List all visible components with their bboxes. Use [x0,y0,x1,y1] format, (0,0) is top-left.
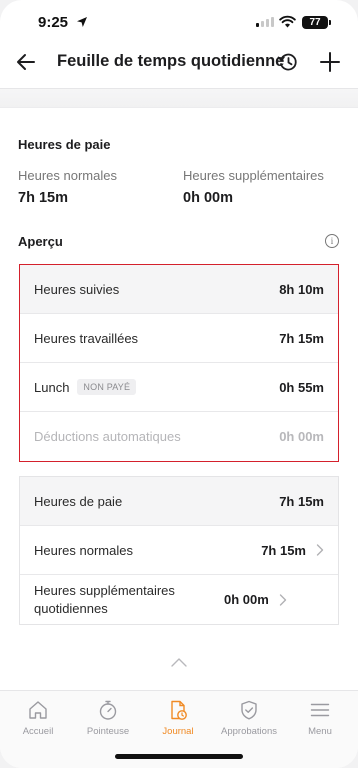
overtime-hours-value: 0h 00m [183,190,233,206]
stopwatch-icon [99,700,117,720]
add-icon[interactable] [318,50,342,74]
normal-hours-row-value: 7h 15m [261,542,306,558]
auto-deductions-label: Déductions automatiques [34,429,181,444]
section-divider [0,88,358,108]
worked-hours-value: 7h 15m [279,330,324,346]
battery-indicator: 77 [302,16,331,29]
screen: 9:25 77 Feuille de temps quotidienne Heu… [0,0,358,768]
page-title: Feuille de temps quotidienne [57,52,285,70]
tab-menu[interactable]: Menu [284,699,356,737]
daily-overtime-row-label: Heures supplémentaires quotidiennes [34,582,175,616]
normal-hours-row[interactable]: Heures normales 7h 15m [20,526,338,575]
unpaid-badge: NON PAYÉ [77,379,137,395]
status-time: 9:25 [38,14,69,31]
chevron-up-icon[interactable] [170,656,188,668]
home-indicator[interactable] [115,754,243,759]
normal-hours-value: 7h 15m [18,190,68,206]
tab-menu-label: Menu [308,726,332,737]
timesheet-icon [171,700,187,720]
info-icon[interactable]: i [325,234,339,248]
overview-title: Aperçu [18,234,63,249]
cellular-signal-icon [256,17,274,27]
table-row: Déductions automatiques 0h 00m [20,412,338,461]
tab-journal[interactable]: Journal [142,699,214,737]
normal-hours-row-label: Heures normales [34,542,133,558]
tab-home-label: Accueil [22,726,54,737]
table-row: Heures suivies 8h 10m [20,265,338,314]
tracked-hours-value: 8h 10m [279,281,324,297]
table-row: Heures de paie 7h 15m [20,477,338,526]
hamburger-icon [310,703,330,717]
chevron-right-icon [279,593,287,606]
pay-hours-row-label: Heures de paie [34,493,123,509]
auto-deductions-value: 0h 00m [279,429,324,444]
daily-overtime-row[interactable]: Heures supplémentaires quotidiennes 0h 0… [20,575,338,624]
worked-hours-label: Heures travaillées [34,330,139,346]
normal-hours-label: Heures normales [18,168,117,183]
table-row: Lunch NON PAYÉ 0h 55m [20,363,338,412]
lunch-value: 0h 55m [279,379,324,395]
history-icon[interactable] [276,50,300,74]
pay-hours-row-value: 7h 15m [279,493,324,509]
tab-clock[interactable]: Pointeuse [72,699,144,737]
pay-hours-title: Heures de paie [18,137,111,152]
location-arrow-icon [77,17,87,27]
tab-home[interactable]: Accueil [2,699,74,737]
shield-check-icon [241,700,257,720]
chevron-right-icon [316,544,324,556]
daily-overtime-row-value: 0h 00m [224,592,269,607]
tracked-hours-label: Heures suivies [34,281,120,297]
status-bar: 9:25 77 [0,0,358,44]
top-bar: Feuille de temps quotidienne [0,44,358,84]
overview-table: Heures suivies 8h 10m Heures travaillées… [19,264,339,462]
tab-journal-label: Journal [162,726,194,737]
tab-approvals[interactable]: Approbations [213,699,285,737]
tab-clock-label: Pointeuse [86,726,130,737]
wifi-icon [279,15,296,28]
tab-approvals-label: Approbations [221,726,277,737]
back-arrow-icon[interactable] [14,50,38,74]
home-icon [29,701,47,719]
table-row: Heures travaillées 7h 15m [20,314,338,363]
pay-hours-table: Heures de paie 7h 15m Heures normales 7h… [19,476,339,625]
lunch-label: Lunch [34,379,70,395]
overtime-hours-label: Heures supplémentaires [183,168,324,183]
